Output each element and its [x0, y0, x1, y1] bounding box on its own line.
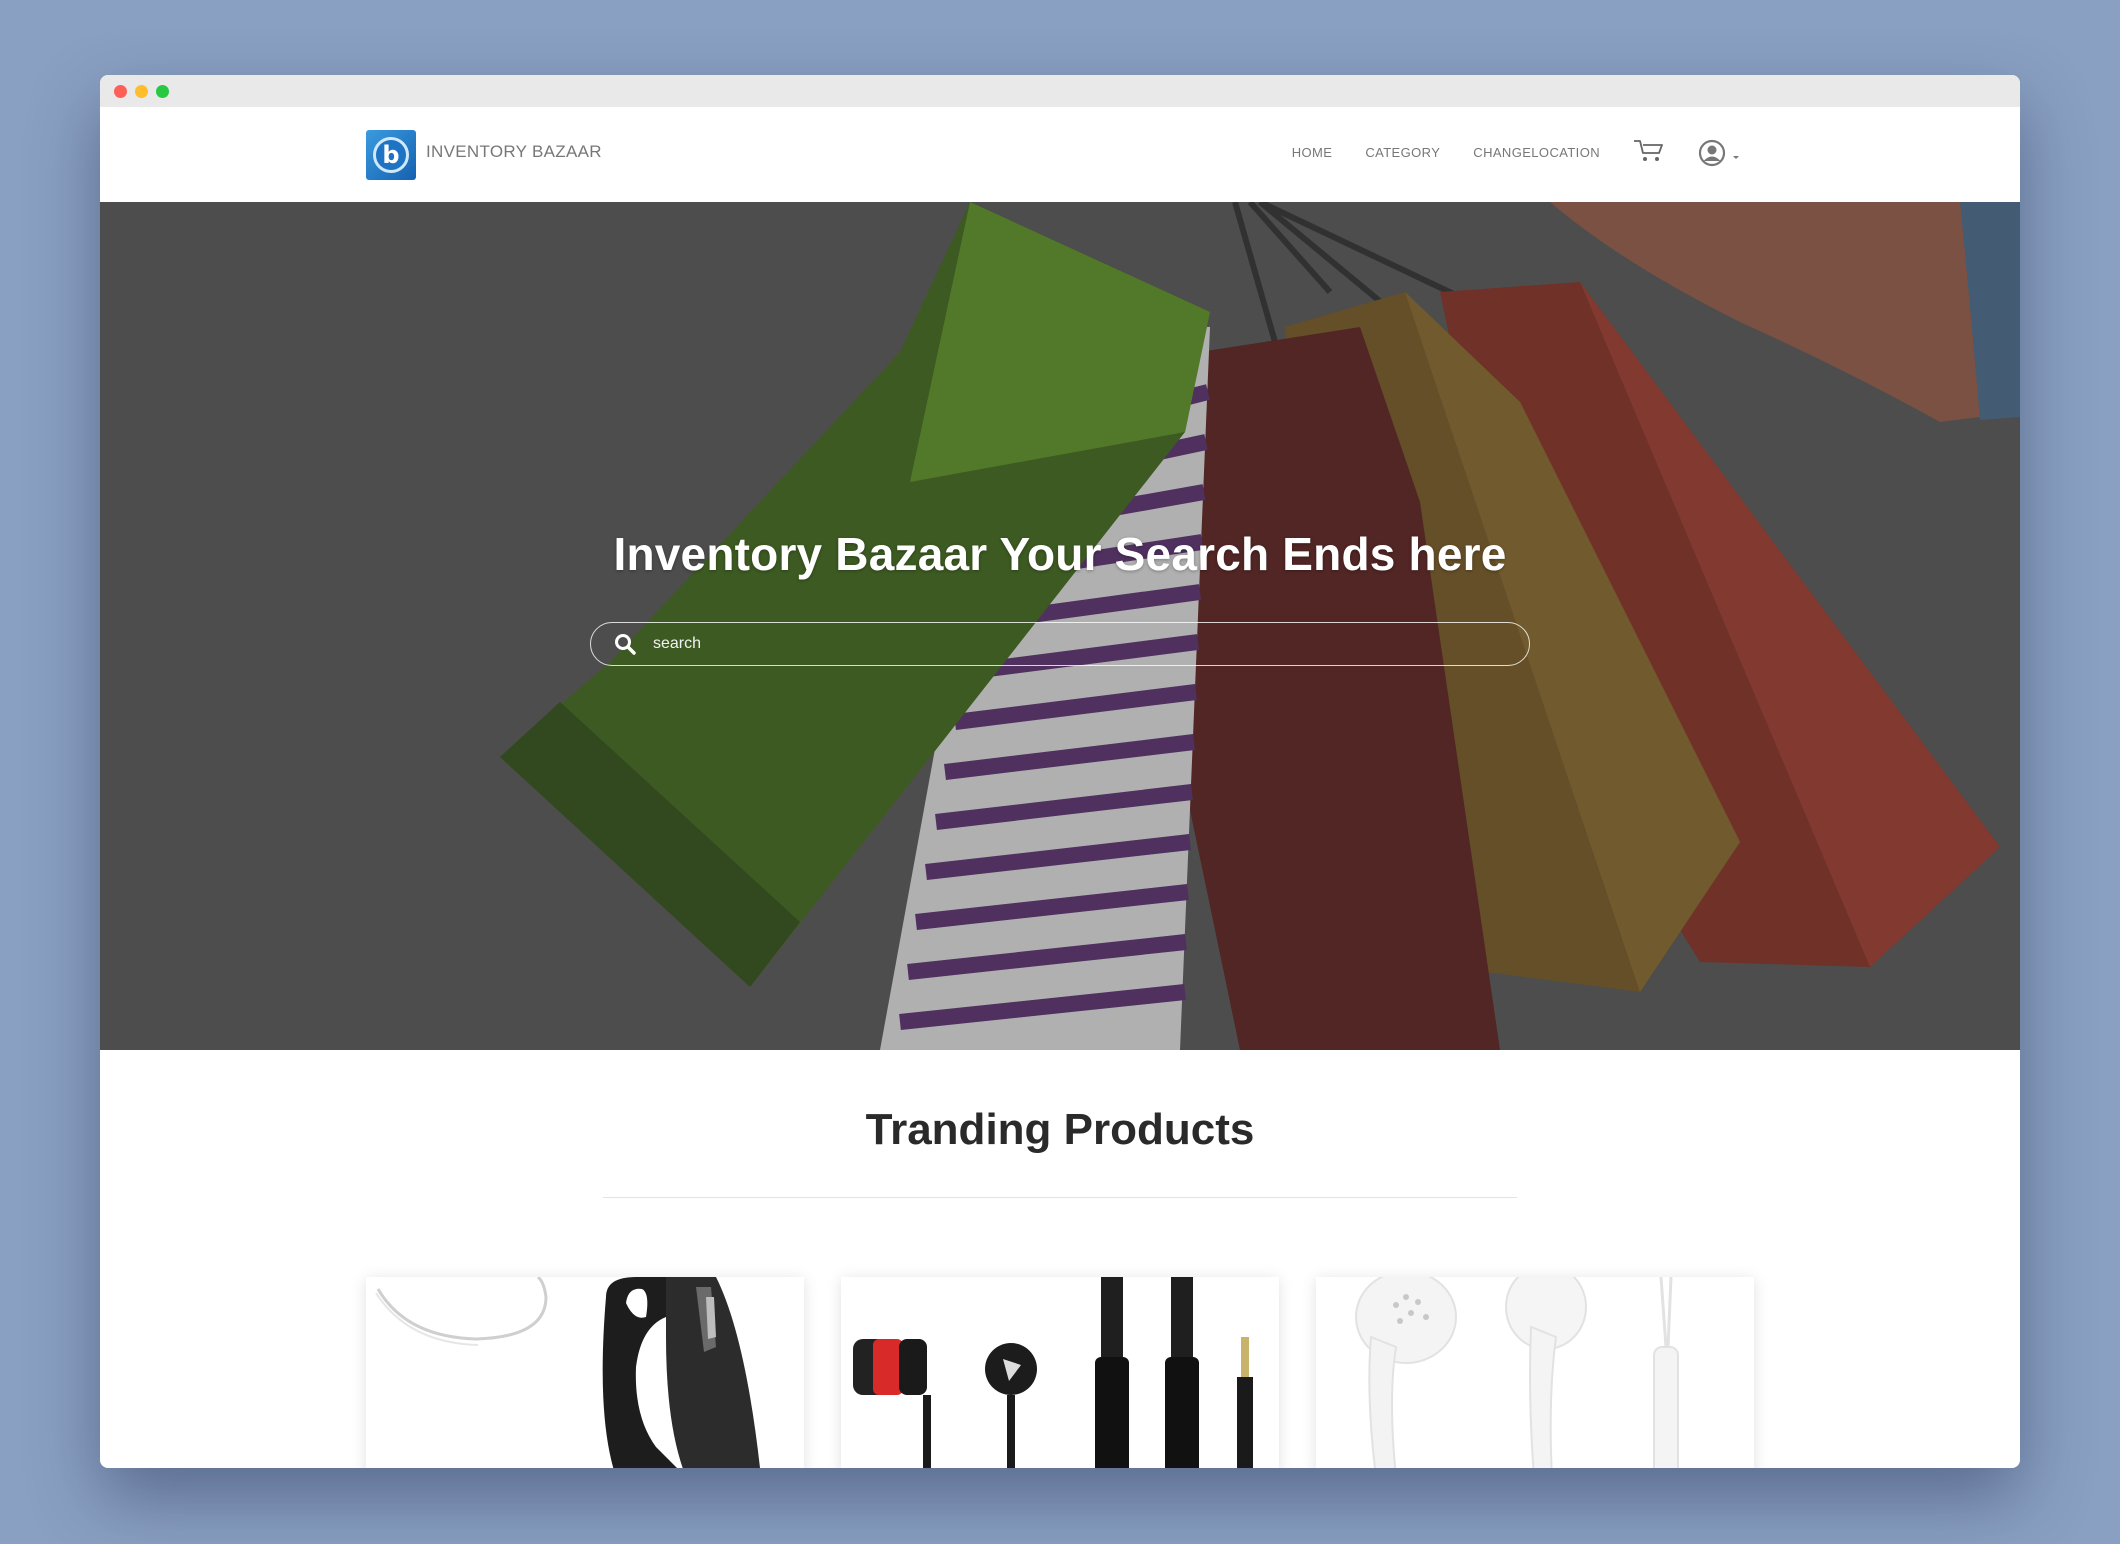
hero-title: Inventory Bazaar Your Search Ends here [613, 528, 1507, 580]
minimize-window-button[interactable] [135, 84, 148, 98]
browser-titlebar [100, 75, 2020, 107]
brand-name[interactable]: INVENTORY BAZAAR [426, 142, 602, 162]
top-navbar: b INVENTORY BAZAAR HOME CATEGORY CHANGEL… [100, 107, 2020, 203]
product-card[interactable] [366, 1277, 804, 1468]
section-divider [603, 1197, 1517, 1198]
white-earphones-image [1316, 1277, 1754, 1468]
search-input[interactable] [651, 634, 1529, 654]
browser-window: b INVENTORY BAZAAR HOME CATEGORY CHANGEL… [100, 75, 2020, 1468]
main-nav: HOME CATEGORY CHANGELOCATION [1292, 145, 1600, 160]
logo-letter: b [373, 137, 409, 173]
close-window-button[interactable] [114, 84, 127, 98]
maximize-window-button[interactable] [156, 84, 169, 98]
nav-category[interactable]: CATEGORY [1365, 145, 1440, 160]
brand-logo[interactable]: b [366, 130, 416, 180]
hero-banner: Inventory Bazaar Your Search Ends here [100, 202, 2020, 1050]
product-card[interactable] [1316, 1277, 1754, 1468]
search-bar[interactable] [590, 622, 1530, 666]
product-card[interactable] [841, 1277, 1279, 1468]
user-account-icon[interactable] [1698, 139, 1744, 167]
trending-title: Tranding Products [865, 1105, 1255, 1154]
black-red-earphones-image [841, 1277, 1279, 1468]
trending-products [366, 1277, 1754, 1468]
bluetooth-headset-image [366, 1277, 804, 1468]
nav-changelocation[interactable]: CHANGELOCATION [1473, 145, 1600, 160]
cart-icon[interactable] [1632, 137, 1666, 165]
nav-home[interactable]: HOME [1292, 145, 1333, 160]
search-icon[interactable] [613, 632, 637, 656]
